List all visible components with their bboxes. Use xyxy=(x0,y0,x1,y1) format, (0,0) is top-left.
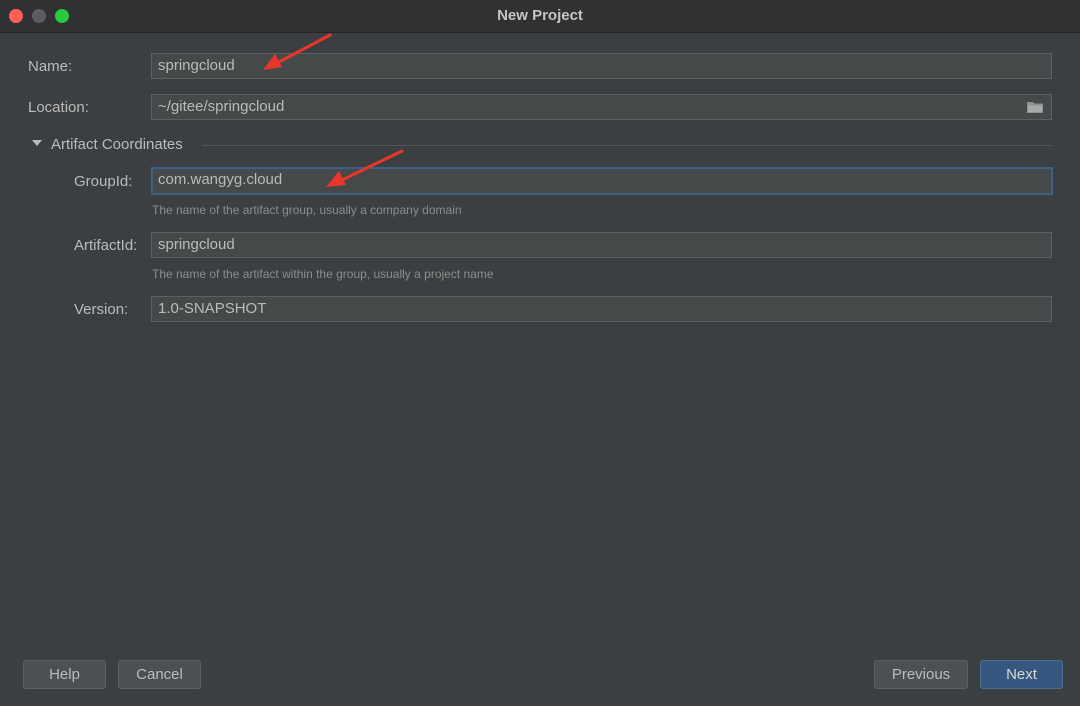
artifactid-input-value: springcloud xyxy=(158,236,235,253)
groupid-label: GroupId: xyxy=(74,173,133,190)
help-button[interactable]: Help xyxy=(23,660,106,689)
folder-icon[interactable] xyxy=(1027,101,1043,113)
groupid-input-value: com.wangyg.cloud xyxy=(158,171,283,188)
name-input-value: springcloud xyxy=(158,57,235,74)
version-label: Version: xyxy=(74,301,129,318)
version-input-value: 1.0-SNAPSHOT xyxy=(158,300,267,317)
title-bar: New Project xyxy=(0,0,1080,33)
location-input-value: ~/gitee/springcloud xyxy=(158,98,285,115)
name-input[interactable]: springcloud xyxy=(151,53,1052,79)
artifactid-input[interactable]: springcloud xyxy=(151,232,1052,258)
section-divider xyxy=(202,145,1052,146)
name-label: Name: xyxy=(28,58,73,75)
next-button[interactable]: Next xyxy=(980,660,1063,689)
previous-button[interactable]: Previous xyxy=(874,660,968,689)
section-title: Artifact Coordinates xyxy=(51,136,183,153)
location-input[interactable]: ~/gitee/springcloud xyxy=(151,94,1052,120)
artifactid-label: ArtifactId: xyxy=(74,237,138,254)
window-title: New Project xyxy=(497,7,583,24)
artifactid-hint: The name of the artifact within the grou… xyxy=(152,267,494,281)
location-label: Location: xyxy=(28,99,89,116)
triangle-down-icon xyxy=(32,140,42,147)
artifact-coordinates-toggle[interactable]: Artifact Coordinates xyxy=(32,136,183,153)
cancel-button[interactable]: Cancel xyxy=(118,660,201,689)
version-input[interactable]: 1.0-SNAPSHOT xyxy=(151,296,1052,322)
new-project-dialog: New Project Name: springcloud Location: … xyxy=(0,0,1080,706)
groupid-hint: The name of the artifact group, usually … xyxy=(152,203,462,217)
groupid-input[interactable]: com.wangyg.cloud xyxy=(151,167,1053,195)
